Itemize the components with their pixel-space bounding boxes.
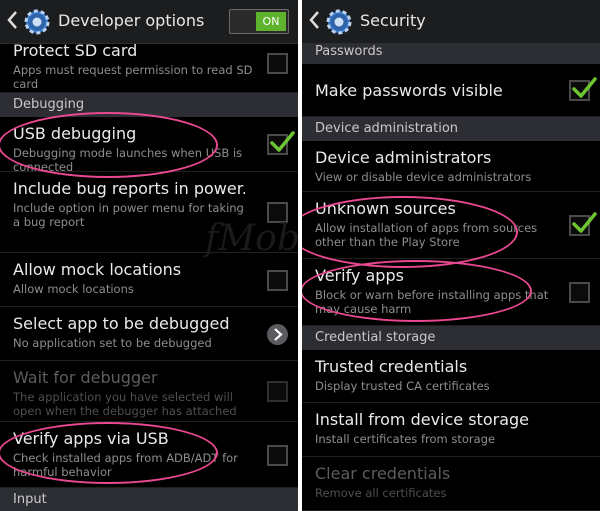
setting-allow-mock-locations[interactable]: Allow mock locations Allow mock locations	[0, 253, 298, 307]
setting-summary: Block or warn before installing apps tha…	[315, 288, 549, 316]
checkbox-checked[interactable]	[569, 77, 597, 101]
section-header-credential-storage: Credential storage	[302, 326, 600, 350]
setting-title: Trusted credentials	[315, 357, 468, 376]
setting-install-from-device-storage[interactable]: Install from device storage Install certi…	[302, 403, 600, 457]
setting-title: Verify apps via USB	[13, 429, 169, 448]
setting-summary: No application set to be debugged	[13, 336, 212, 350]
setting-summary: Install certificates from storage	[315, 432, 496, 446]
setting-trusted-credentials[interactable]: Trusted credentials Display trusted CA ce…	[302, 350, 600, 403]
setting-summary: Debugging mode launches when USB is conn…	[13, 146, 243, 174]
setting-verify-apps[interactable]: Verify apps Block or warn before installi…	[302, 259, 600, 326]
chevron-right-icon[interactable]	[267, 324, 288, 345]
setting-make-passwords-visible[interactable]: Make passwords visible	[302, 64, 600, 117]
checkbox-unchecked	[267, 381, 288, 402]
setting-title: Wait for debugger	[13, 368, 158, 387]
setting-usb-debugging[interactable]: USB debugging Debugging mode launches whe…	[0, 117, 298, 174]
setting-select-app-to-be-debugged[interactable]: Select app to be debugged No application …	[0, 307, 298, 361]
setting-summary: Display trusted CA certificates	[315, 379, 490, 393]
checkmark-icon	[572, 77, 597, 98]
setting-title: Include bug reports in power..	[13, 179, 245, 198]
setting-title: Verify apps	[315, 266, 404, 285]
setting-summary: Remove all certificates	[315, 486, 447, 500]
setting-unknown-sources[interactable]: Unknown sources Allow installation of app…	[302, 192, 600, 259]
settings-gear-icon	[326, 9, 352, 35]
developer-options-toggle[interactable]: ON	[229, 9, 289, 34]
setting-summary: Apps must request permission to read SD …	[13, 63, 253, 91]
settings-list: Passwords Make passwords visible Device ad…	[302, 44, 600, 511]
setting-summary: Check installed apps from ADB/ADT for ha…	[13, 451, 238, 479]
checkbox-checked[interactable]	[569, 212, 597, 236]
setting-summary: View or disable device administrators	[315, 170, 532, 184]
checkmark-icon	[572, 212, 597, 233]
setting-device-administrators[interactable]: Device administrators View or disable dev…	[302, 141, 600, 192]
setting-wait-for-debugger: Wait for debugger The application you hav…	[0, 361, 298, 422]
setting-title: Device administrators	[315, 148, 492, 167]
setting-verify-apps-via-usb[interactable]: Verify apps via USB Check installed apps …	[0, 422, 298, 488]
checkbox-unchecked[interactable]	[267, 270, 288, 291]
developer-options-screen: Developer options ON Protect SD card Apps…	[0, 0, 298, 511]
setting-summary: Allow mock locations	[13, 282, 134, 296]
checkbox-unchecked[interactable]	[569, 282, 590, 303]
setting-summary: Allow installation of apps from sources …	[315, 221, 538, 249]
checkbox-unchecked[interactable]	[267, 53, 288, 74]
section-header-passwords: Passwords	[302, 44, 600, 64]
watermark: fMob	[205, 218, 298, 259]
setting-clear-credentials: Clear credentials Remove all certificates	[302, 457, 600, 511]
checkbox-checked[interactable]	[267, 131, 295, 155]
setting-title: Unknown sources	[315, 199, 456, 218]
setting-protect-sd-card[interactable]: Protect SD card Apps must request permiss…	[0, 44, 298, 93]
setting-title: Allow mock locations	[13, 260, 182, 279]
setting-title: Clear credentials	[315, 464, 451, 483]
screen-title: Security	[360, 11, 426, 30]
setting-title: Protect SD card	[13, 44, 138, 60]
settings-list: Protect SD card Apps must request permiss…	[0, 44, 298, 511]
settings-gear-icon	[24, 9, 50, 35]
toggle-on-label: ON	[256, 12, 286, 31]
section-header-debugging: Debugging	[0, 93, 298, 117]
section-header-device-administration: Device administration	[302, 117, 600, 141]
action-bar: Security	[302, 0, 600, 44]
setting-title: Install from device storage	[315, 410, 529, 429]
screen-title: Developer options	[58, 11, 205, 30]
checkmark-icon	[270, 131, 295, 152]
checkbox-unchecked[interactable]	[267, 445, 288, 466]
setting-summary: The application you have selected will o…	[13, 390, 237, 418]
section-header-input: Input	[0, 488, 298, 511]
setting-title: USB debugging	[13, 124, 137, 143]
action-bar: Developer options ON	[0, 0, 298, 44]
setting-title: Select app to be debugged	[13, 314, 230, 333]
setting-title: Make passwords visible	[315, 81, 503, 100]
back-arrow-icon[interactable]	[6, 9, 18, 31]
back-arrow-icon[interactable]	[308, 9, 320, 31]
security-screen: Security Passwords Make passwords visible…	[302, 0, 600, 511]
